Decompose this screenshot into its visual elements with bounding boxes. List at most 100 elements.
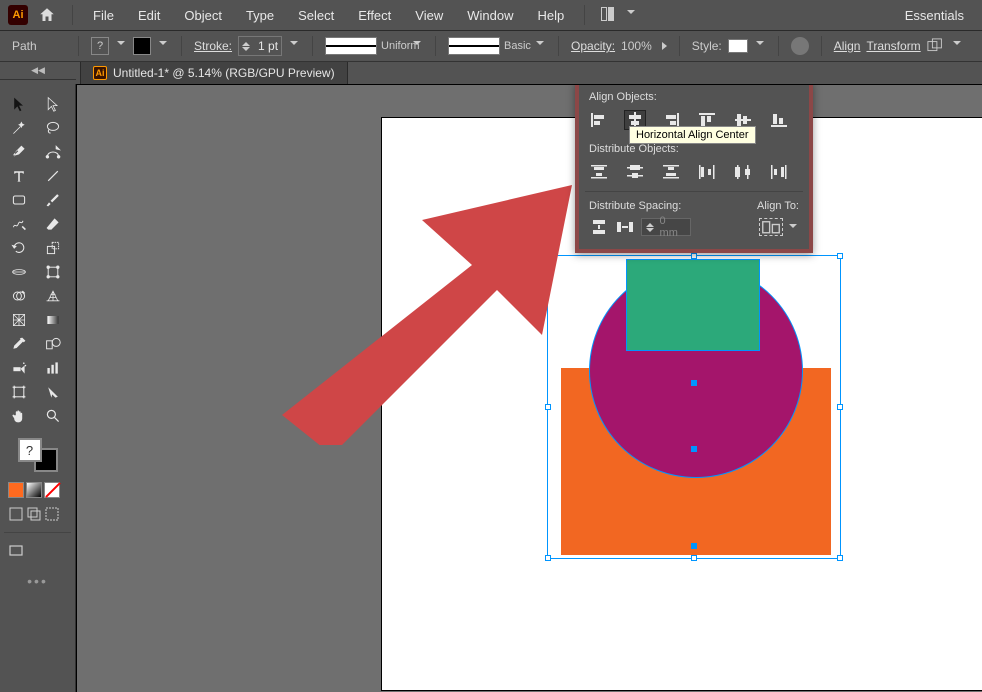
lasso-tool-icon[interactable]: [38, 116, 68, 140]
align-panel-link[interactable]: Align: [834, 39, 861, 53]
magic-wand-tool-icon[interactable]: [4, 116, 34, 140]
color-mode-icon[interactable]: [8, 482, 24, 498]
toolbox: ? •••: [0, 84, 76, 692]
distribute-right-icon[interactable]: [769, 163, 789, 181]
distribute-left-icon[interactable]: [697, 163, 717, 181]
menu-window[interactable]: Window: [457, 4, 523, 27]
isolate-icon[interactable]: [927, 38, 945, 54]
workspace-switcher[interactable]: Essentials: [895, 4, 974, 27]
menu-edit[interactable]: Edit: [128, 4, 170, 27]
variable-width-profile[interactable]: Uniform: [325, 37, 405, 55]
draw-mode-icon[interactable]: [8, 506, 24, 522]
slice-tool-icon[interactable]: [38, 380, 68, 404]
stroke-weight-input[interactable]: 1 pt: [238, 36, 282, 56]
symbol-sprayer-tool-icon[interactable]: [4, 356, 34, 380]
stroke-stepper-icon[interactable]: [242, 37, 254, 55]
distribute-hcenter-icon[interactable]: [733, 163, 753, 181]
artboard-tool-icon[interactable]: [4, 380, 34, 404]
shaper-tool-icon[interactable]: [4, 212, 34, 236]
mesh-tool-icon[interactable]: [4, 308, 34, 332]
color-mode-row: [0, 478, 75, 502]
stroke-weight-dropdown-icon[interactable]: [290, 41, 300, 51]
rotate-tool-icon[interactable]: [4, 236, 34, 260]
spacing-stepper-icon[interactable]: [646, 218, 658, 236]
brush-dropdown-icon[interactable]: [536, 41, 546, 51]
paintbrush-tool-icon[interactable]: [38, 188, 68, 212]
draw-inside-icon[interactable]: [44, 506, 60, 522]
eraser-tool-icon[interactable]: [38, 212, 68, 236]
stroke-swatch[interactable]: [133, 37, 151, 55]
selection-tool-icon[interactable]: [4, 92, 34, 116]
edit-toolbar-icon[interactable]: •••: [0, 563, 75, 599]
scale-tool-icon[interactable]: [38, 236, 68, 260]
arrange-dropdown-icon[interactable]: [627, 10, 637, 20]
distribute-top-icon[interactable]: [589, 163, 609, 181]
none-mode-icon[interactable]: [44, 482, 60, 498]
opacity-more-icon[interactable]: [662, 42, 667, 50]
isolate-dropdown-icon[interactable]: [953, 41, 963, 51]
menu-type[interactable]: Type: [236, 4, 284, 27]
fill-dropdown-icon[interactable]: [117, 41, 127, 51]
recolor-icon[interactable]: [791, 37, 809, 55]
profile-dropdown-icon[interactable]: [413, 41, 423, 51]
line-tool-icon[interactable]: [38, 164, 68, 188]
fill-stroke-control[interactable]: ?: [0, 432, 75, 478]
align-to-dropdown-icon[interactable]: [789, 224, 799, 234]
type-tool-icon[interactable]: [4, 164, 34, 188]
home-icon[interactable]: [38, 6, 56, 24]
hand-tool-icon[interactable]: [4, 404, 34, 428]
distribute-bottom-icon[interactable]: [661, 163, 681, 181]
control-bar: Path ? Stroke: 1 pt Uniform Basic Opacit…: [0, 30, 982, 62]
divider: [584, 5, 585, 25]
shape-builder-tool-icon[interactable]: [4, 284, 34, 308]
divider: [679, 36, 680, 56]
direct-selection-tool-icon[interactable]: [38, 92, 68, 116]
stroke-dropdown-icon[interactable]: [159, 41, 169, 51]
fill-color-swatch[interactable]: ?: [18, 438, 42, 462]
style-label: Style:: [692, 39, 722, 53]
selection-bounding-box[interactable]: [547, 255, 841, 559]
draw-behind-icon[interactable]: [26, 506, 42, 522]
menu-view[interactable]: View: [405, 4, 453, 27]
opacity-link[interactable]: Opacity:: [571, 39, 615, 53]
align-bottom-icon[interactable]: [769, 111, 789, 129]
curvature-tool-icon[interactable]: [38, 140, 68, 164]
document-tab[interactable]: Ai Untitled-1* @ 5.14% (RGB/GPU Preview): [80, 62, 348, 84]
opacity-value[interactable]: 100%: [621, 39, 652, 53]
menu-object[interactable]: Object: [174, 4, 232, 27]
align-to-selection-icon[interactable]: [759, 218, 783, 236]
free-transform-tool-icon[interactable]: [38, 260, 68, 284]
distribute-spacing-h-icon[interactable]: [615, 218, 635, 236]
distribute-vcenter-icon[interactable]: [625, 163, 645, 181]
stroke-panel-link[interactable]: Stroke:: [194, 39, 232, 53]
canvas-area[interactable]: Align Objects: Distribute Objects:: [76, 84, 982, 692]
divider: [312, 36, 313, 56]
distribute-spacing-v-icon[interactable]: [589, 218, 609, 236]
width-tool-icon[interactable]: [4, 260, 34, 284]
gradient-tool-icon[interactable]: [38, 308, 68, 332]
style-dropdown-icon[interactable]: [756, 41, 766, 51]
arrange-documents-icon[interactable]: [601, 7, 621, 23]
rectangle-tool-icon[interactable]: [4, 188, 34, 212]
main-area: ? •••: [0, 84, 982, 692]
menu-select[interactable]: Select: [288, 4, 344, 27]
perspective-grid-tool-icon[interactable]: [38, 284, 68, 308]
menu-file[interactable]: File: [83, 4, 124, 27]
column-graph-tool-icon[interactable]: [38, 356, 68, 380]
fill-swatch[interactable]: ?: [91, 37, 109, 55]
toolbox-collapse-icon[interactable]: ◀◀: [0, 62, 76, 80]
eyedropper-tool-icon[interactable]: [4, 332, 34, 356]
menu-effect[interactable]: Effect: [348, 4, 401, 27]
align-left-icon[interactable]: [589, 111, 609, 129]
transform-panel-link[interactable]: Transform: [866, 39, 920, 53]
brush-definition[interactable]: Basic: [448, 37, 528, 55]
gradient-mode-icon[interactable]: [26, 482, 42, 498]
app-logo-icon: Ai: [8, 5, 28, 25]
blend-tool-icon[interactable]: [38, 332, 68, 356]
zoom-tool-icon[interactable]: [38, 404, 68, 428]
screen-mode-button[interactable]: [0, 539, 75, 563]
pen-tool-icon[interactable]: [4, 140, 34, 164]
menu-help[interactable]: Help: [527, 4, 574, 27]
spacing-value-input[interactable]: 0 mm: [641, 218, 691, 236]
graphic-style-swatch[interactable]: [728, 39, 748, 53]
